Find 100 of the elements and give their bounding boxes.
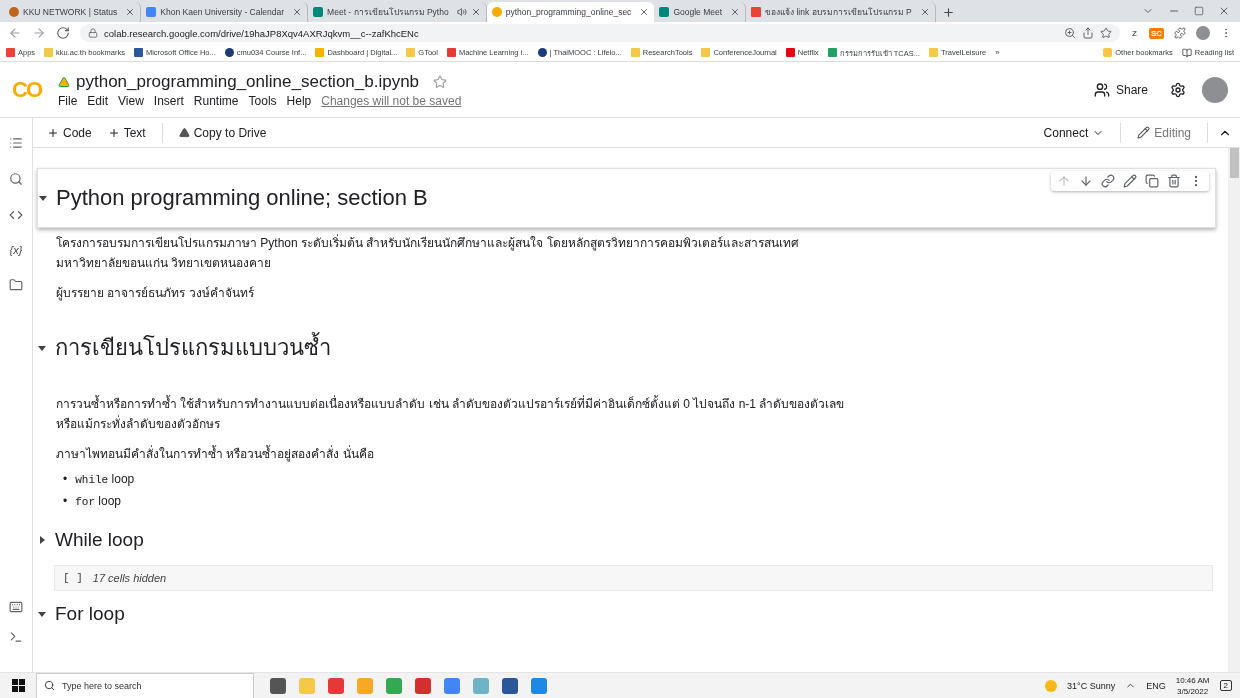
- speaker-icon[interactable]: [456, 7, 467, 17]
- profile-avatar[interactable]: [1196, 26, 1210, 40]
- close-icon[interactable]: [1218, 5, 1230, 17]
- selected-cell[interactable]: Python programming online; section B: [37, 168, 1216, 228]
- expand-caret-icon[interactable]: [37, 535, 47, 545]
- back-icon[interactable]: [8, 26, 22, 40]
- close-icon[interactable]: [730, 7, 741, 17]
- text-paragraph: โครงการอบรมการเขียนโปรแกรมภาษา Python ระดับเริ่มต้น สำหรับนักเรียนนักศึกษาและผู้สนใจ โดยหลักสูตรวิทยาการคอมพิวเตอร์และสารสนเทศ มหาวิทยาลัยขอนแก่น วิทยาเขตหนองคาย: [55, 233, 800, 272]
- favicon-icon: [751, 7, 762, 17]
- collapse-caret-icon[interactable]: [37, 609, 47, 619]
- move-down-icon[interactable]: [1079, 174, 1093, 188]
- zoom-icon[interactable]: [1064, 27, 1076, 39]
- add-text-button[interactable]: Text: [101, 125, 152, 140]
- weather-text[interactable]: 31°C Sunny: [1067, 680, 1116, 691]
- hidden-cells-link[interactable]: 17 cells hidden: [92, 572, 167, 584]
- menu-item[interactable]: Tools: [248, 93, 277, 108]
- bookmark-star-icon[interactable]: [1100, 27, 1112, 39]
- code-snippets-icon[interactable]: [9, 208, 23, 222]
- menu-item[interactable]: File: [58, 93, 78, 108]
- windows-start-icon[interactable]: [11, 679, 25, 692]
- menu-item[interactable]: Insert: [153, 93, 184, 108]
- language-indicator[interactable]: ENG: [1146, 680, 1166, 691]
- mirror-cell-icon[interactable]: [1145, 174, 1159, 188]
- clock-time[interactable]: 10:46 AM: [1175, 674, 1210, 686]
- bookmark-icon: [928, 48, 938, 57]
- add-code-button[interactable]: Code: [41, 125, 98, 140]
- copy-to-drive-button[interactable]: Copy to Drive: [172, 125, 273, 140]
- close-icon[interactable]: [292, 7, 303, 17]
- bookmark-icon: [133, 48, 143, 57]
- share-icon[interactable]: [1082, 27, 1094, 39]
- taskbar-app-icon[interactable]: [415, 677, 431, 694]
- bookmark-icon: [630, 48, 640, 57]
- favicon-icon: [659, 7, 670, 17]
- bookmark-icon: [785, 48, 795, 57]
- profile-avatar[interactable]: [1202, 76, 1228, 103]
- address-bar[interactable]: colab.research.google.com/drive/19haJP8Xqv4AXRJqkvm__c--zafKhcENc: [80, 24, 1120, 42]
- drive-icon: [178, 127, 190, 138]
- extension-icon[interactable]: Z: [1130, 27, 1139, 39]
- forward-icon[interactable]: [32, 26, 46, 40]
- bookmark-icon: [315, 48, 325, 57]
- connect-button[interactable]: Connect: [1037, 125, 1111, 140]
- taskbar-app-icon[interactable]: [444, 677, 460, 694]
- settings-icon[interactable]: [1170, 81, 1186, 98]
- table-of-contents-icon[interactable]: [9, 136, 23, 150]
- extensions-icon[interactable]: [1174, 27, 1186, 39]
- taskbar-search-field[interactable]: Type here to search: [36, 672, 254, 698]
- close-icon[interactable]: [125, 7, 136, 17]
- unsaved-changes-link[interactable]: Changes will not be saved: [321, 93, 462, 108]
- favicon-icon: [313, 7, 324, 17]
- taskbar-app-icon[interactable]: [502, 677, 518, 694]
- pencil-icon: [1137, 126, 1151, 139]
- menu-item[interactable]: Runtime: [193, 93, 239, 108]
- delete-icon[interactable]: [1167, 174, 1181, 188]
- restore-icon[interactable]: [1194, 6, 1204, 16]
- menu-item[interactable]: Edit: [87, 93, 109, 108]
- menu-item[interactable]: Help: [286, 93, 312, 108]
- notification-badge[interactable]: 2: [1219, 680, 1232, 691]
- terminal-icon[interactable]: [9, 630, 23, 644]
- reload-icon[interactable]: [56, 26, 70, 40]
- menu-item[interactable]: View: [118, 93, 144, 108]
- keyboard-icon[interactable]: [9, 600, 23, 614]
- bookmark-icon: [6, 48, 15, 57]
- edit-icon[interactable]: [1123, 174, 1137, 188]
- taskbar-app-icon[interactable]: [270, 677, 286, 694]
- close-icon[interactable]: [639, 7, 650, 17]
- taskbar-app-icon[interactable]: [328, 677, 344, 694]
- drive-icon: [58, 75, 70, 88]
- bookmark-icon: [701, 48, 711, 57]
- folder-icon: [1103, 48, 1113, 57]
- share-button[interactable]: Share: [1087, 80, 1154, 99]
- section-heading: For loop: [55, 603, 125, 625]
- section-heading: Python programming online; section B: [56, 185, 428, 211]
- search-icon[interactable]: [9, 172, 23, 186]
- bookmark-icon: [44, 48, 54, 57]
- editing-mode-button[interactable]: Editing: [1131, 125, 1197, 140]
- lock-icon: [88, 28, 98, 38]
- close-icon[interactable]: [470, 7, 481, 17]
- scrollbar-thumb[interactable]: [1229, 148, 1239, 178]
- variables-icon[interactable]: {x}: [9, 244, 23, 256]
- text-paragraph: การวนซ้ำหรือการทำซ้ำ ใช้สำหรับการทำงานแบบต่อเนื่องหรือแบบลำดับ เช่น ลำดับของตัวแปรอาร์เรย์ที่มีค่าอินเด็กซ์ตั้งแต่ 0 ไปจนถึง n-1 ลำดับของตัวเลข หรือแม้กระทั่งลำดับของตัวอักษร: [55, 394, 846, 433]
- sun-icon: [1045, 679, 1058, 692]
- section-heading: การเขียนโปรแกรมแบบวนซ้ำ: [55, 330, 331, 365]
- link-icon[interactable]: [1101, 174, 1115, 188]
- notebook-title[interactable]: python_programming_online_section_b.ipynb: [76, 71, 420, 92]
- star-icon[interactable]: [433, 74, 448, 89]
- taskbar-app-icon[interactable]: [531, 677, 547, 694]
- text-paragraph: ภาษาไพทอนมีคำสั่งในการทำซ้ำ หรือวนซ้ำอยู่สองคำสั่ง นั่นคือ: [55, 444, 375, 464]
- text-paragraph: ผู้บรรยาย อาจารย์ธนภัทร วงษ์คำจันทร์: [55, 285, 255, 303]
- bookmark-icon: [827, 48, 837, 57]
- collapse-caret-icon[interactable]: [38, 193, 48, 203]
- close-icon[interactable]: [919, 7, 930, 17]
- folder-icon[interactable]: [9, 278, 23, 292]
- run-bracket[interactable]: [ ]: [63, 572, 83, 584]
- list-item: • while loop: [63, 471, 135, 488]
- new-tab-icon[interactable]: [941, 6, 955, 19]
- bookmark-icon: [224, 48, 234, 57]
- plus-icon: [47, 126, 59, 139]
- bookmark-icon: [406, 48, 416, 57]
- clock-date[interactable]: 3/5/2022: [1177, 685, 1209, 697]
- browser-tab[interactable]: python_programming_online_sec: [486, 2, 655, 22]
